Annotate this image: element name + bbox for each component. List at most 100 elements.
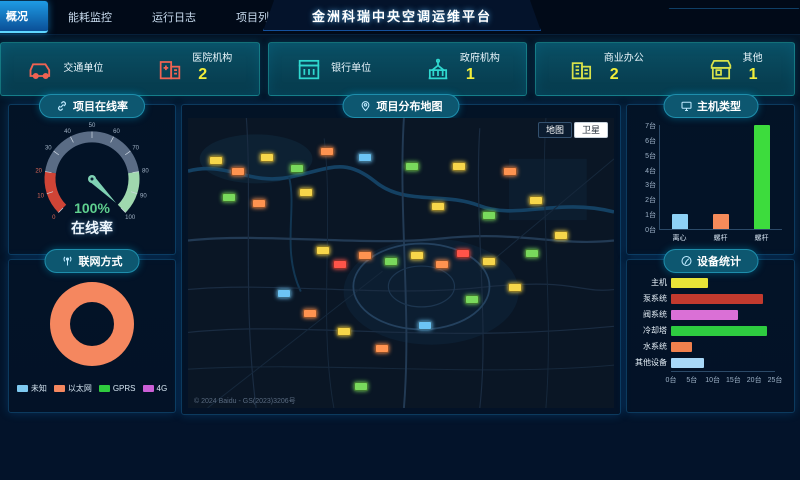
map-marker[interactable]: [508, 283, 522, 292]
map-marker[interactable]: [482, 257, 496, 266]
map-marker[interactable]: [375, 344, 389, 353]
legend-item[interactable]: 未知: [17, 383, 47, 394]
map-marker[interactable]: [384, 257, 398, 266]
stats-row: 交通单位 医院机构 2 银行单位政府机构1商业办公2其他1: [0, 42, 795, 96]
map-marker[interactable]: [358, 251, 372, 260]
legend-item[interactable]: 4G: [143, 383, 168, 394]
panel-title: 主机类型: [697, 98, 741, 114]
location-pin-icon: [360, 100, 372, 112]
panel-host-types: 主机类型 0台1台2台3台4台5台6台7台离心螺杆螺杆: [626, 104, 795, 255]
office-icon: [568, 55, 596, 83]
map-marker[interactable]: [525, 249, 539, 258]
y-tick-label: 3台: [633, 180, 656, 190]
legend-label: 4G: [157, 384, 168, 393]
map-marker[interactable]: [316, 246, 330, 255]
y-tick-label: 4台: [633, 166, 656, 176]
panel-title: 设备统计: [697, 253, 741, 269]
nav-tab[interactable]: 运行日志: [132, 2, 216, 32]
monitor-icon: [680, 100, 692, 112]
bar: [672, 214, 688, 229]
map-marker[interactable]: [410, 251, 424, 260]
map-attribution: © 2024 Baidu - GS(2023)3206号: [194, 396, 296, 406]
svg-text:40: 40: [64, 129, 71, 135]
map-marker[interactable]: [333, 260, 347, 269]
map-marker[interactable]: [290, 164, 304, 173]
map-marker[interactable]: [277, 289, 291, 298]
antenna-icon: [62, 255, 74, 267]
map-marker[interactable]: [252, 199, 266, 208]
map-marker[interactable]: [209, 156, 223, 165]
top-nav: 概况能耗监控运行日志项目列表视频监控 金洲科瑞中央空调运维平台: [0, 0, 800, 35]
bar: [671, 342, 692, 352]
map-marker[interactable]: [354, 382, 368, 391]
map-marker[interactable]: [337, 327, 351, 336]
map-marker[interactable]: [231, 167, 245, 176]
svg-text:80: 80: [142, 169, 149, 175]
bar: [671, 278, 708, 288]
stat-card: 交通单位医院机构2: [0, 42, 260, 96]
bar: [671, 310, 738, 320]
app-title-box: 金洲科瑞中央空调运维平台: [263, 0, 541, 31]
svg-text:50: 50: [89, 123, 96, 129]
map-marker[interactable]: [222, 193, 236, 202]
bar: [713, 214, 729, 229]
map-marker[interactable]: [405, 162, 419, 171]
svg-text:10: 10: [37, 194, 44, 200]
legend-item[interactable]: GPRS: [99, 383, 136, 394]
stat-card: 商业办公2其他1: [535, 42, 795, 96]
bar-row-label: 冷却塔: [633, 326, 667, 336]
panel-online-rate-header: 项目在线率: [39, 94, 145, 118]
bar: [671, 326, 767, 336]
legend-swatch: [99, 385, 110, 392]
map-marker[interactable]: [554, 231, 568, 240]
map-marker[interactable]: [358, 153, 372, 162]
bar: [754, 125, 770, 229]
stat-label: 医院机构: [192, 53, 232, 66]
bank-icon: [295, 55, 323, 83]
map-marker[interactable]: [452, 162, 466, 171]
map-marker[interactable]: [260, 153, 274, 162]
y-tick-label: 0台: [633, 225, 656, 235]
map-marker[interactable]: [303, 309, 317, 318]
panel-title: 联网方式: [79, 253, 123, 269]
stat-item: 银行单位: [295, 55, 371, 83]
stat-label: 商业办公: [604, 53, 644, 66]
legend-label: GPRS: [113, 384, 136, 393]
host-types-bar-chart: 0台1台2台3台4台5台6台7台离心螺杆螺杆: [633, 117, 788, 245]
network-legend: 未知以太网 GPRS 4G: [15, 383, 169, 394]
satellite-mode-button[interactable]: 卫星: [574, 122, 608, 138]
map-marker[interactable]: [465, 295, 479, 304]
car-icon: [27, 55, 55, 83]
bar: [671, 294, 763, 304]
panel-network-header: 联网方式: [45, 249, 140, 273]
svg-text:70: 70: [132, 145, 139, 151]
stat-card: 银行单位政府机构1: [268, 42, 528, 96]
map-marker[interactable]: [503, 167, 517, 176]
map-mode-button[interactable]: 地图: [538, 122, 572, 138]
map-marker[interactable]: [435, 260, 449, 269]
online-rate-gauge: 0102030405060708090100100%: [15, 117, 169, 221]
panel-devices-header: 设备统计: [663, 249, 758, 273]
map-marker[interactable]: [418, 321, 432, 330]
stat-label: 银行单位: [331, 63, 371, 76]
map-marker[interactable]: [529, 196, 543, 205]
x-tick-label: 5台: [683, 375, 701, 385]
legend-item[interactable]: 以太网: [54, 383, 92, 394]
nav-tab[interactable]: 能耗监控: [48, 2, 132, 32]
x-category-label: 螺杆: [741, 233, 782, 243]
map-marker[interactable]: [431, 202, 445, 211]
map-marker[interactable]: [482, 211, 496, 220]
y-tick-label: 6台: [633, 136, 656, 146]
stat-item: 交通单位: [27, 55, 103, 83]
stat-value: 2: [604, 65, 644, 85]
map-marker[interactable]: [299, 188, 313, 197]
legend-swatch: [143, 385, 154, 392]
legend-label: 未知: [31, 383, 47, 394]
shop-icon: [707, 55, 735, 83]
bar-row-label: 水系统: [633, 342, 667, 352]
map-marker[interactable]: [320, 147, 334, 156]
nav-tab[interactable]: 概况: [0, 1, 48, 33]
map-canvas[interactable]: 地图 卫星 © 2024 Baidu - GS(2023)3206号: [188, 118, 614, 408]
map-marker[interactable]: [456, 249, 470, 258]
stat-label: 交通单位: [63, 63, 103, 76]
